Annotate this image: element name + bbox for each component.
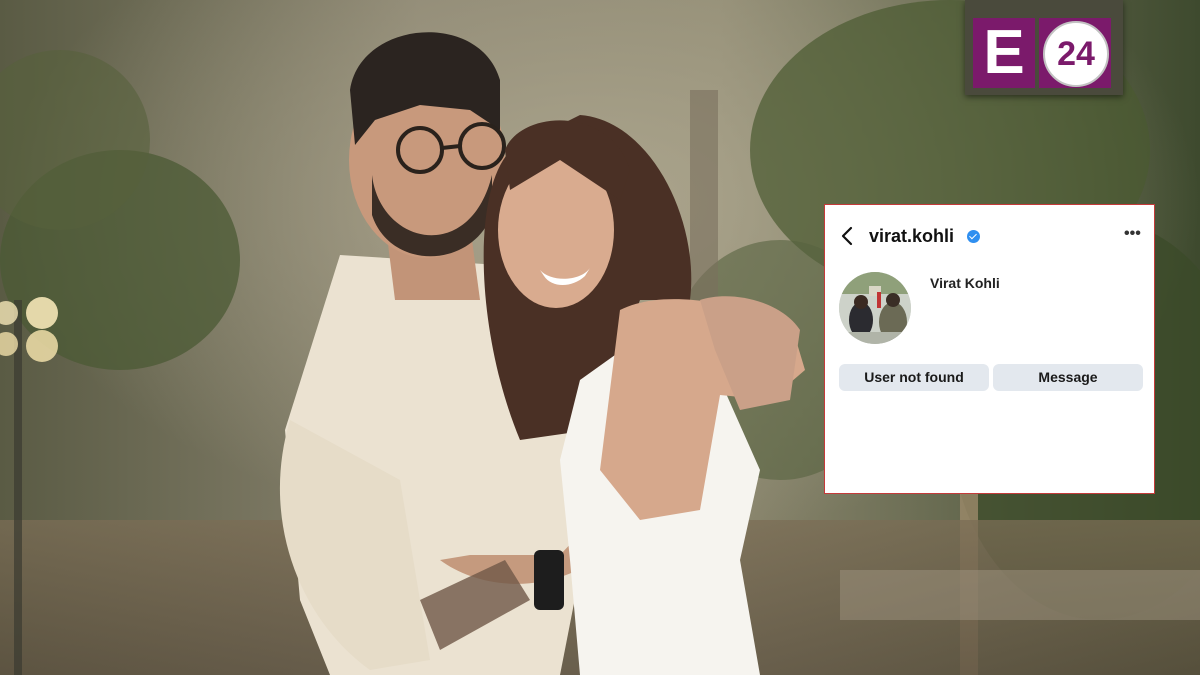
logo-number-box: 24 (1039, 18, 1111, 88)
profile-avatar[interactable] (839, 272, 911, 344)
user-not-found-button[interactable]: User not found (839, 364, 989, 391)
verified-badge-icon (967, 230, 980, 243)
e24-logo: E 24 (965, 0, 1123, 95)
more-options-icon[interactable]: ••• (1124, 225, 1141, 243)
back-arrow-icon[interactable] (839, 225, 855, 247)
avatar-image (839, 272, 911, 344)
logo-number: 24 (1043, 21, 1109, 87)
profile-username: virat.kohli (869, 226, 955, 246)
instagram-profile-card: virat.kohli ••• Virat Kohli User not fou… (824, 204, 1155, 494)
profile-display-name: Virat Kohli (930, 275, 1000, 291)
logo-letter: E (973, 18, 1035, 88)
message-button[interactable]: Message (993, 364, 1143, 391)
